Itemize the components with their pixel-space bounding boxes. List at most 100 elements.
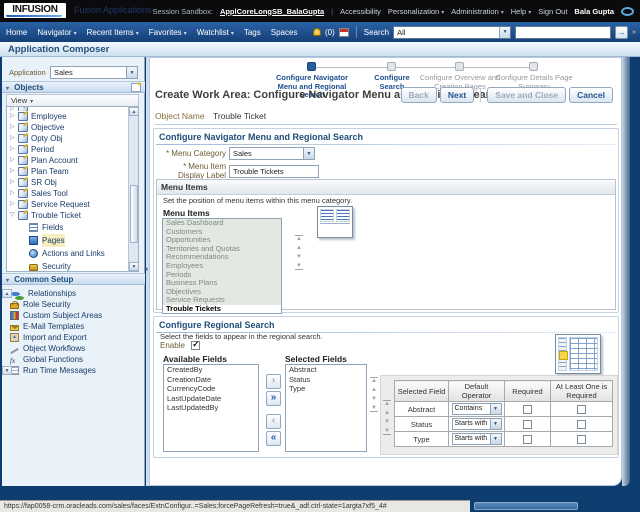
expand-icon[interactable]: [10, 166, 18, 177]
move-up-icon[interactable]: [295, 245, 303, 251]
move-down-icon[interactable]: [383, 419, 391, 425]
search-input[interactable]: [515, 26, 611, 39]
sign-out-link[interactable]: Sign Out: [538, 7, 567, 16]
move-up-icon[interactable]: [383, 410, 391, 416]
expand-icon[interactable]: [10, 133, 18, 144]
expand-icon[interactable]: [10, 122, 18, 133]
expand-icon[interactable]: [10, 111, 18, 122]
chevron-down-icon[interactable]: [303, 148, 314, 159]
move-to-top-icon[interactable]: [295, 235, 303, 242]
train-step-1-icon[interactable]: [307, 62, 316, 71]
expand-icon[interactable]: [10, 155, 18, 166]
move-to-top-icon[interactable]: [383, 400, 391, 407]
tree-item[interactable]: SR Obj: [7, 177, 138, 188]
expand-icon[interactable]: [10, 199, 18, 210]
nav-watchlist[interactable]: Watchlist: [197, 28, 234, 37]
list-item[interactable]: Global Functions: [4, 354, 143, 365]
move-all-right-button[interactable]: [266, 391, 281, 406]
required-checkbox[interactable]: [523, 435, 532, 444]
nav-spaces[interactable]: Spaces: [271, 28, 298, 37]
nav-favorites[interactable]: Favorites: [149, 28, 187, 37]
tree-item[interactable]: Plan Account: [7, 155, 138, 166]
move-down-icon[interactable]: [370, 396, 378, 402]
chevron-down-icon[interactable]: [490, 434, 501, 444]
table-row[interactable]: Abstract Contains: [395, 402, 613, 417]
notifications-bell-icon[interactable]: [313, 28, 321, 36]
available-fields-list[interactable]: CreatedBy CreationDate CurrencyCode Last…: [163, 364, 259, 452]
cancel-button[interactable]: Cancel: [569, 87, 613, 103]
chevron-down-icon[interactable]: [490, 419, 501, 429]
application-select[interactable]: Sales: [50, 66, 138, 79]
personalization-menu[interactable]: Personalization: [388, 7, 444, 16]
required-checkbox[interactable]: [523, 405, 532, 414]
view-menu[interactable]: View: [6, 94, 139, 106]
scroll-up-icon[interactable]: [129, 107, 139, 116]
table-row[interactable]: Status Starts with: [395, 417, 613, 432]
move-down-icon[interactable]: [295, 254, 303, 260]
expand-icon[interactable]: [10, 144, 18, 155]
save-and-close-button[interactable]: Save and Close: [487, 87, 566, 103]
tree-item[interactable]: Opty Obj: [7, 133, 138, 144]
nav-navigator[interactable]: Navigator: [37, 28, 76, 37]
list-item[interactable]: Custom Subject Areas: [4, 310, 143, 321]
list-item[interactable]: Relationships: [4, 288, 143, 299]
tree-item[interactable]: Plan Team: [7, 166, 138, 177]
list-item[interactable]: LastUpdateDate: [164, 394, 258, 404]
scroll-down-icon[interactable]: [2, 366, 12, 375]
session-sandbox-link[interactable]: ApplCoreLongSB_BalaGupta: [220, 7, 324, 16]
list-item[interactable]: Abstract: [286, 365, 366, 375]
administration-menu[interactable]: Administration: [451, 7, 504, 16]
chevron-down-icon[interactable]: [499, 27, 510, 38]
list-item[interactable]: Status: [286, 375, 366, 385]
nav-recent-items[interactable]: Recent Items: [87, 28, 139, 37]
list-item[interactable]: CreatedBy: [164, 365, 258, 375]
tree-item-trouble-ticket[interactable]: Trouble Ticket: [7, 210, 138, 221]
collapse-icon[interactable]: [6, 275, 12, 284]
search-go-button[interactable]: [615, 26, 628, 39]
list-item[interactable]: LastUpdatedBy: [164, 403, 258, 413]
default-operator-select[interactable]: Starts with: [452, 433, 502, 445]
chevron-down-icon[interactable]: [126, 67, 137, 78]
tree-item[interactable]: Sales Tool: [7, 188, 138, 199]
help-menu[interactable]: Help: [511, 7, 531, 16]
list-item-current[interactable]: Trouble Tickets: [163, 305, 281, 314]
collapse-icon[interactable]: [10, 210, 18, 221]
objects-panel-header[interactable]: Objects: [2, 81, 145, 93]
nav-tags[interactable]: Tags: [244, 28, 261, 37]
scrollbar-thumb[interactable]: [130, 185, 138, 243]
selected-fields-list[interactable]: Abstract Status Type: [285, 364, 367, 452]
expand-icon[interactable]: [10, 177, 18, 188]
tree-scrollbar[interactable]: [128, 107, 138, 271]
calendar-icon[interactable]: [339, 28, 349, 37]
enable-checkbox[interactable]: [191, 341, 200, 350]
search-scope-select[interactable]: All: [393, 26, 511, 39]
list-item[interactable]: CreationDate: [164, 375, 258, 385]
tree-child-security[interactable]: Security: [7, 260, 138, 272]
move-all-left-button[interactable]: [266, 431, 281, 446]
move-up-icon[interactable]: [370, 387, 378, 393]
list-item[interactable]: Type: [286, 384, 366, 394]
table-row[interactable]: Type Starts with: [395, 432, 613, 447]
tree-child-fields[interactable]: Fields: [7, 221, 138, 234]
menu-item-display-label-input[interactable]: Trouble Tickets: [229, 165, 319, 178]
common-setup-header[interactable]: Common Setup: [2, 273, 145, 285]
at-least-one-required-checkbox[interactable]: [577, 420, 586, 429]
create-object-icon[interactable]: [131, 83, 141, 92]
menu-category-select[interactable]: Sales: [229, 147, 315, 160]
at-least-one-required-checkbox[interactable]: [577, 435, 586, 444]
tree-item[interactable]: Service Request: [7, 199, 138, 210]
tree-child-actions-links[interactable]: Actions and Links: [7, 247, 138, 260]
accessibility-link[interactable]: Accessibility: [340, 7, 381, 16]
list-item[interactable]: CurrencyCode: [164, 384, 258, 394]
list-item[interactable]: Role Security: [4, 299, 143, 310]
list-item[interactable]: Object Workflows: [4, 343, 143, 354]
move-selected-left-button[interactable]: [266, 414, 281, 429]
move-to-bottom-icon[interactable]: [383, 428, 391, 435]
tree-item[interactable]: Employee: [7, 111, 138, 122]
chat-icon[interactable]: [621, 7, 634, 16]
move-selected-right-button[interactable]: [266, 374, 281, 389]
advanced-search-icon[interactable]: [632, 29, 636, 36]
required-checkbox[interactable]: [523, 420, 532, 429]
tree-child-pages[interactable]: Pages: [7, 234, 138, 247]
default-operator-select[interactable]: Starts with: [452, 418, 502, 430]
